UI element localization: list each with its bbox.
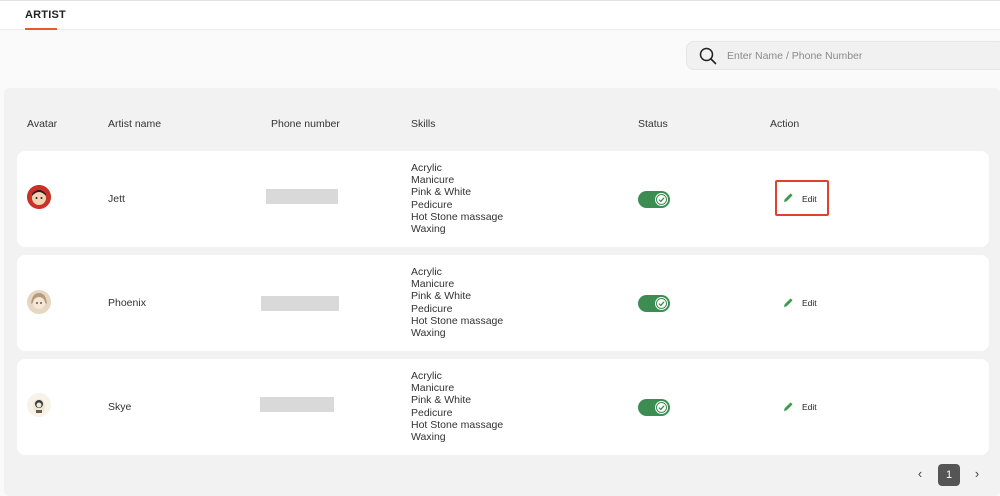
skill-item: Pedicure (411, 302, 453, 315)
table-row: Skye Acrylic Manicure Pink & White Pedic… (17, 359, 989, 455)
artist-name: Jett (108, 193, 125, 205)
pencil-icon (784, 402, 793, 411)
check-icon (656, 194, 667, 205)
skill-item: Pedicure (411, 198, 453, 211)
toggle-knob (655, 297, 668, 310)
table-header: Avatar Artist name Phone number Skills S… (0, 118, 1000, 132)
artist-name: Skye (108, 401, 132, 413)
search-input[interactable] (727, 46, 987, 66)
avatar (27, 185, 51, 209)
skill-item: Pink & White (411, 290, 472, 303)
skill-item: Waxing (411, 327, 446, 340)
top-nav-bar: ARTIST (0, 0, 1000, 30)
column-header-status: Status (638, 118, 668, 130)
skill-item: Hot Stone massage (411, 314, 504, 327)
skill-item: Acrylic (411, 162, 442, 174)
toggle-knob (655, 193, 668, 206)
check-icon (656, 298, 667, 309)
status-toggle[interactable] (638, 295, 670, 312)
phone-number-redacted (266, 189, 338, 204)
edit-label: Edit (802, 298, 817, 308)
skills-list: Acrylic Manicure Pink & White Pedicure H… (411, 162, 503, 235)
pagination-page-1[interactable]: 1 (938, 464, 960, 486)
check-icon (656, 402, 667, 413)
skill-item: Acrylic (411, 370, 442, 382)
artist-name: Phoenix (108, 297, 146, 309)
skill-item: Pink & White (411, 186, 472, 199)
skill-item: Waxing (411, 223, 446, 236)
pagination-next-button[interactable]: › (971, 467, 983, 481)
skill-item: Acrylic (411, 266, 442, 278)
avatar (27, 393, 51, 417)
table-row: Jett Acrylic Manicure Pink & White Pedic… (17, 151, 989, 247)
pencil-icon (784, 193, 793, 202)
table-row: Phoenix Acrylic Manicure Pink & White Pe… (17, 255, 989, 351)
skill-item: Hot Stone massage (411, 210, 504, 223)
column-header-phone-number: Phone number (271, 118, 340, 130)
skills-list: Acrylic Manicure Pink & White Pedicure H… (411, 266, 503, 339)
edit-label: Edit (802, 402, 817, 412)
edit-label: Edit (802, 194, 817, 204)
active-tab-indicator (25, 28, 57, 30)
column-header-skills: Skills (411, 118, 436, 130)
pencil-icon (784, 298, 793, 307)
edit-button[interactable]: Edit (777, 287, 829, 319)
toggle-knob (655, 401, 668, 414)
column-header-artist-name: Artist name (108, 118, 162, 130)
skill-item: Waxing (411, 431, 446, 444)
skills-list: Acrylic Manicure Pink & White Pedicure H… (411, 370, 503, 443)
search-box (686, 41, 1000, 70)
edit-button[interactable]: Edit (775, 180, 829, 216)
pagination-prev-button[interactable]: ‹ (914, 467, 926, 481)
phone-number-redacted (261, 296, 339, 311)
skill-item: Manicure (411, 382, 455, 395)
column-header-action: Action (770, 118, 800, 130)
skill-item: Pedicure (411, 406, 453, 419)
skill-item: Manicure (411, 174, 455, 187)
edit-button[interactable]: Edit (777, 391, 829, 423)
avatar (27, 290, 51, 314)
column-header-avatar: Avatar (27, 118, 58, 130)
skill-item: Pink & White (411, 394, 472, 407)
status-toggle[interactable] (638, 399, 670, 416)
skill-item: Manicure (411, 278, 455, 291)
search-icon[interactable] (699, 47, 717, 65)
phone-number-redacted (260, 397, 334, 412)
tab-artist[interactable]: ARTIST (25, 9, 66, 21)
skill-item: Hot Stone massage (411, 418, 504, 431)
status-toggle[interactable] (638, 191, 670, 208)
